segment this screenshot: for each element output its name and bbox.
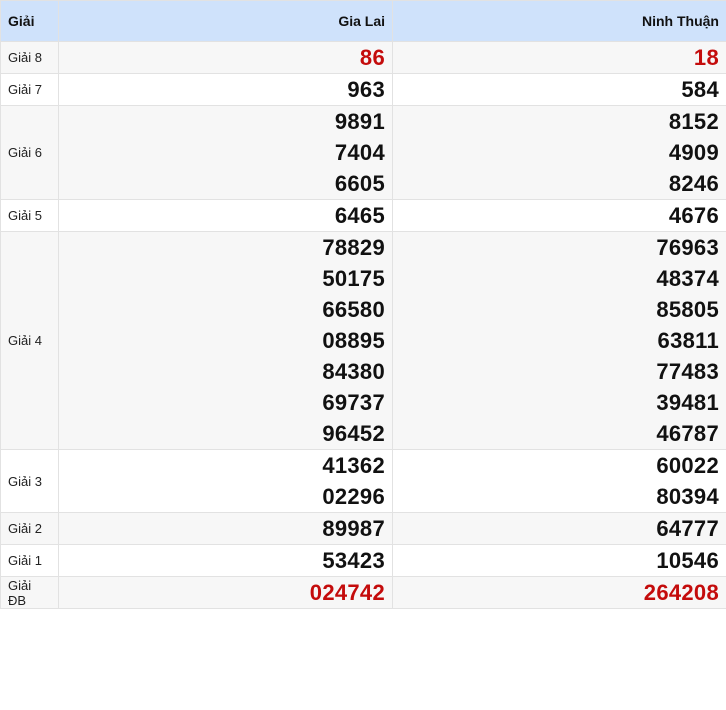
result-cell: 78829 50175 66580 08895 84380 69737 96452 xyxy=(58,231,393,450)
winning-number: 53423 xyxy=(322,548,385,573)
result-cell: 18 xyxy=(392,41,726,74)
winning-number: 264208 xyxy=(643,580,719,605)
prize-row: Giải 8 86 18 xyxy=(0,41,726,74)
result-cell: 64777 xyxy=(392,512,726,545)
winning-number: 48374 xyxy=(656,266,719,291)
prize-name: Giải 5 xyxy=(0,199,59,232)
result-cell: 89987 xyxy=(58,512,393,545)
winning-number: 8152 xyxy=(668,109,719,134)
winning-number: 78829 xyxy=(322,235,385,260)
result-cell: 584 xyxy=(392,73,726,106)
winning-number: 08895 xyxy=(322,328,385,353)
winning-number: 6605 xyxy=(334,171,385,196)
winning-number: 84380 xyxy=(322,359,385,384)
result-cell: 86 xyxy=(58,41,393,74)
winning-number: 50175 xyxy=(322,266,385,291)
prize-row: Giải 1 53423 10546 xyxy=(0,544,726,577)
prize-name: Giải 3 xyxy=(0,449,59,513)
prize-name: Giải 1 xyxy=(0,544,59,577)
winning-number: 024742 xyxy=(309,580,385,605)
winning-number: 86 xyxy=(359,45,385,70)
winning-number: 89987 xyxy=(322,516,385,541)
prize-row: Giải 7 963 584 xyxy=(0,73,726,106)
result-cell: 024742 xyxy=(58,576,393,609)
header-province-ninh-thuan: Ninh Thuận xyxy=(392,0,726,42)
prize-row: Giải 2 89987 64777 xyxy=(0,512,726,545)
winning-number: 85805 xyxy=(656,297,719,322)
winning-number: 69737 xyxy=(322,390,385,415)
winning-number: 77483 xyxy=(656,359,719,384)
prize-row: Giải 6 9891 7404 6605 8152 4909 8246 xyxy=(0,105,726,200)
result-cell: 9891 7404 6605 xyxy=(58,105,393,200)
prize-name: Giải 2 xyxy=(0,512,59,545)
winning-number: 39481 xyxy=(656,390,719,415)
winning-number: 41362 xyxy=(322,453,385,478)
prize-name: Giải 4 xyxy=(0,231,59,450)
winning-number: 76963 xyxy=(656,235,719,260)
winning-number: 4909 xyxy=(668,140,719,165)
result-cell: 53423 xyxy=(58,544,393,577)
winning-number: 6465 xyxy=(334,203,385,228)
prize-name: Giải 6 xyxy=(0,105,59,200)
prize-row: Giải 3 41362 02296 60022 80394 xyxy=(0,449,726,513)
prize-name: Giải ĐB xyxy=(0,576,59,609)
result-cell: 10546 xyxy=(392,544,726,577)
result-cell: 963 xyxy=(58,73,393,106)
result-cell: 6465 xyxy=(58,199,393,232)
result-cell: 8152 4909 8246 xyxy=(392,105,726,200)
winning-number: 64777 xyxy=(656,516,719,541)
winning-number: 80394 xyxy=(656,484,719,509)
winning-number: 96452 xyxy=(322,421,385,446)
prize-row: Giải 4 78829 50175 66580 08895 84380 69737 9645… xyxy=(0,231,726,450)
winning-number: 02296 xyxy=(322,484,385,509)
prize-name: Giải 7 xyxy=(0,73,59,106)
result-cell: 60022 80394 xyxy=(392,449,726,513)
winning-number: 46787 xyxy=(656,421,719,446)
header-province-gia-lai: Gia Lai xyxy=(58,0,393,42)
winning-number: 584 xyxy=(681,77,719,102)
results-body: Giải 8 86 18 Giải 7 963 584 Giải 6 9891 7404 6605… xyxy=(0,41,726,609)
winning-number: 10546 xyxy=(656,548,719,573)
winning-number: 18 xyxy=(693,45,719,70)
prize-row: Giải 5 6465 4676 xyxy=(0,199,726,232)
prize-name: Giải 8 xyxy=(0,41,59,74)
result-cell: 264208 xyxy=(392,576,726,609)
winning-number: 66580 xyxy=(322,297,385,322)
winning-number: 63811 xyxy=(657,328,719,353)
lottery-results-table: Giải Gia Lai Ninh Thuận Giải 8 86 18 Giải 7… xyxy=(0,0,726,609)
result-cell: 4676 xyxy=(392,199,726,232)
result-cell: 41362 02296 xyxy=(58,449,393,513)
winning-number: 4676 xyxy=(668,203,719,228)
prize-row: Giải ĐB 024742 264208 xyxy=(0,576,726,609)
result-cell: 76963 48374 85805 63811 77483 39481 46787 xyxy=(392,231,726,450)
header-row: Giải Gia Lai Ninh Thuận xyxy=(0,0,726,42)
winning-number: 7404 xyxy=(334,140,385,165)
header-prize: Giải xyxy=(0,0,59,42)
winning-number: 8246 xyxy=(668,171,719,196)
winning-number: 963 xyxy=(347,77,385,102)
winning-number: 60022 xyxy=(656,453,719,478)
winning-number: 9891 xyxy=(334,109,385,134)
